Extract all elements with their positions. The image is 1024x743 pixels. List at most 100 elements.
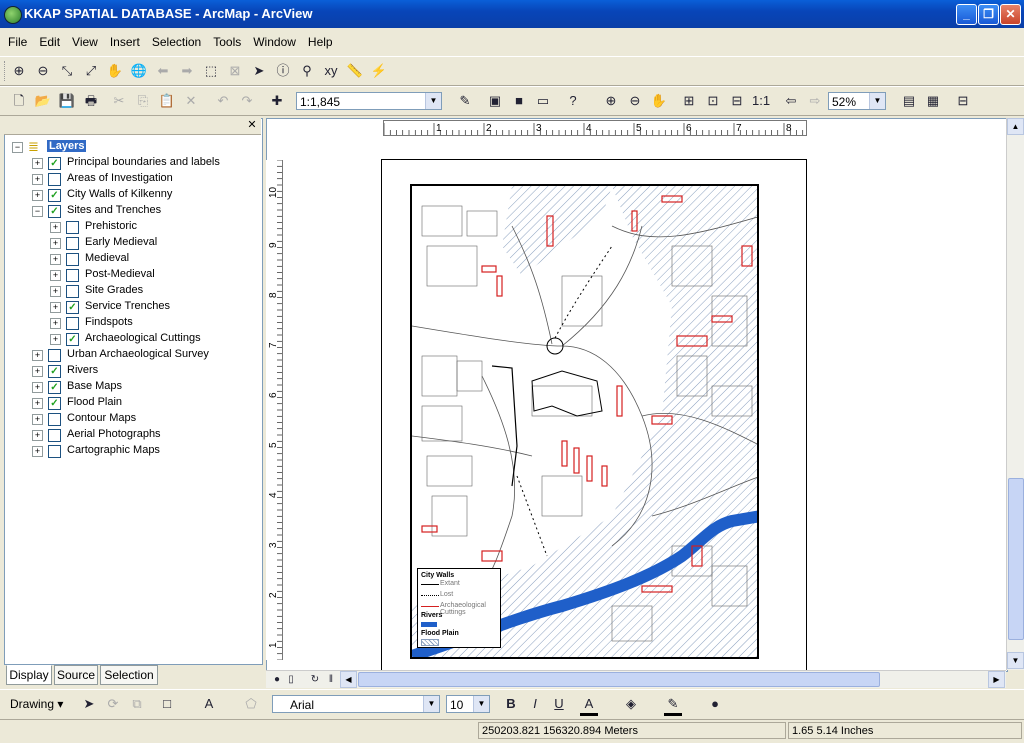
expand-icon[interactable]: +	[50, 222, 61, 233]
whats-this-help-icon[interactable]: ?	[564, 92, 582, 110]
layer-visibility-checkbox[interactable]: ✓	[66, 301, 79, 314]
scroll-right-icon[interactable]: ▶	[988, 671, 1005, 688]
scroll-up-icon[interactable]: ▲	[1007, 118, 1024, 135]
tab-display[interactable]: Display	[6, 665, 52, 685]
vertical-scrollbar[interactable]: ▲ ▼	[1006, 118, 1024, 670]
expand-icon[interactable]: +	[32, 398, 43, 409]
save-icon[interactable]: 💾	[58, 92, 76, 110]
next-extent-icon[interactable]: ⇨	[806, 92, 824, 110]
font-size-combo[interactable]: 10 ▼	[446, 695, 490, 713]
menu-edit[interactable]: Edit	[31, 30, 64, 49]
italic-icon[interactable]: I	[526, 695, 544, 713]
layer-visibility-checkbox[interactable]: ✓	[48, 205, 61, 218]
new-text-icon[interactable]: A	[200, 695, 218, 713]
layer-visibility-checkbox[interactable]	[66, 221, 79, 234]
layout-zoom-in-icon[interactable]: ⊕	[602, 92, 620, 110]
layer-visibility-checkbox[interactable]: ✓	[48, 365, 61, 378]
undo-icon[interactable]: ↶	[214, 92, 232, 110]
line-color-icon[interactable]: ✎	[664, 695, 682, 716]
expand-icon[interactable]: +	[50, 318, 61, 329]
maximize-button[interactable]: ❐	[978, 4, 999, 25]
go-to-xy-icon[interactable]: xy	[322, 62, 340, 80]
menu-insert[interactable]: Insert	[102, 30, 144, 49]
menu-help[interactable]: Help	[300, 30, 337, 49]
open-folder-icon[interactable]: 📂	[34, 92, 52, 110]
copy-icon[interactable]: ⎘	[134, 92, 152, 110]
zoom-100-icon[interactable]: 1:1	[752, 92, 770, 110]
zoom-in-icon[interactable]: ⊕	[10, 62, 28, 80]
zoom-whole-page-icon[interactable]: ⊞	[680, 92, 698, 110]
delete-icon[interactable]: ✕	[182, 92, 200, 110]
print-icon[interactable]: 🖶	[82, 92, 100, 110]
menu-file[interactable]: File	[0, 30, 31, 49]
layout-zoom-combo[interactable]: 52% ▼	[828, 92, 886, 110]
chevron-down-icon[interactable]: ▼	[423, 696, 439, 712]
arctoolbox-icon[interactable]: ■	[510, 92, 528, 110]
layer-visibility-checkbox[interactable]	[48, 445, 61, 458]
expand-icon[interactable]: +	[50, 270, 61, 281]
editor-toolbar-icon[interactable]: ✎	[456, 92, 474, 110]
font-combo[interactable]: Arial ▼	[272, 695, 440, 713]
scroll-down-icon[interactable]: ▼	[1007, 652, 1024, 669]
menu-window[interactable]: Window	[245, 30, 300, 49]
zoom-to-selected-icon[interactable]: ⧉	[128, 695, 146, 713]
collapse-icon[interactable]: −	[12, 142, 23, 153]
layer-visibility-checkbox[interactable]	[66, 285, 79, 298]
layout-zoom-out-icon[interactable]: ⊖	[626, 92, 644, 110]
expand-icon[interactable]: +	[32, 174, 43, 185]
redo-icon[interactable]: ↷	[238, 92, 256, 110]
font-color-icon[interactable]: A	[580, 695, 598, 716]
layer-visibility-checkbox[interactable]	[48, 413, 61, 426]
menu-view[interactable]: View	[64, 30, 102, 49]
forward-arrow-icon[interactable]: ➡	[178, 62, 196, 80]
pause-drawing-icon[interactable]: ǁ	[322, 671, 340, 689]
horizontal-scroll-thumb[interactable]	[358, 672, 880, 687]
identify-info-icon[interactable]: ⓘ	[274, 62, 292, 80]
layer-visibility-checkbox[interactable]	[48, 349, 61, 362]
layout-pan-icon[interactable]: ✋	[650, 92, 668, 110]
previous-extent-icon[interactable]: ⇦	[782, 92, 800, 110]
expand-icon[interactable]: +	[32, 382, 43, 393]
expand-icon[interactable]: +	[32, 350, 43, 361]
expand-icon[interactable]: +	[32, 430, 43, 441]
expand-icon[interactable]: +	[32, 414, 43, 425]
layer-visibility-checkbox[interactable]	[66, 253, 79, 266]
expand-icon[interactable]: +	[50, 334, 61, 345]
back-arrow-icon[interactable]: ⬅	[154, 62, 172, 80]
layer-visibility-checkbox[interactable]: ✓	[48, 397, 61, 410]
new-document-icon[interactable]: 🗋	[10, 92, 28, 110]
toggle-draft-mode-icon[interactable]: ▤	[900, 92, 918, 110]
expand-icon[interactable]: +	[50, 302, 61, 313]
rectangle-icon[interactable]: □	[158, 695, 176, 713]
clear-selection-icon[interactable]: ⊠	[226, 62, 244, 80]
change-layout-icon[interactable]: ⊟	[954, 92, 972, 110]
add-data-icon[interactable]: ✚	[268, 92, 286, 110]
chevron-down-icon[interactable]: ▼	[425, 93, 441, 109]
chevron-down-icon[interactable]: ▼	[869, 93, 885, 109]
zoom-out-icon[interactable]: ⊖	[34, 62, 52, 80]
layout-view-icon[interactable]: ▯	[282, 671, 300, 689]
tab-source[interactable]: Source	[54, 665, 98, 685]
close-icon[interactable]: ✕	[246, 119, 258, 131]
layer-visibility-checkbox[interactable]	[66, 237, 79, 250]
map-scale-combo[interactable]: 1:1,845 ▼	[296, 92, 442, 110]
layer-visibility-checkbox[interactable]: ✓	[48, 381, 61, 394]
expand-icon[interactable]: +	[32, 190, 43, 201]
minimize-button[interactable]: _	[956, 4, 977, 25]
layer-visibility-checkbox[interactable]: ✓	[66, 333, 79, 346]
layer-visibility-checkbox[interactable]	[48, 173, 61, 186]
layer-visibility-checkbox[interactable]	[48, 429, 61, 442]
vertical-scroll-thumb[interactable]	[1008, 478, 1024, 640]
paste-icon[interactable]: 📋	[158, 92, 176, 110]
fixed-zoom-in-icon[interactable]: ⤡	[58, 62, 76, 80]
scroll-left-icon[interactable]: ◀	[340, 671, 357, 688]
focus-data-frame-icon[interactable]: ▦	[924, 92, 942, 110]
tab-selection[interactable]: Selection	[100, 665, 158, 685]
fixed-zoom-in-layout-icon[interactable]: ⊡	[704, 92, 722, 110]
full-extent-globe-icon[interactable]: 🌐	[130, 62, 148, 80]
bold-icon[interactable]: B	[502, 695, 520, 713]
find-binoculars-icon[interactable]: ⚲	[298, 62, 316, 80]
toolbar-grip[interactable]	[4, 61, 8, 81]
menu-selection[interactable]: Selection	[144, 30, 205, 49]
expand-icon[interactable]: +	[50, 286, 61, 297]
